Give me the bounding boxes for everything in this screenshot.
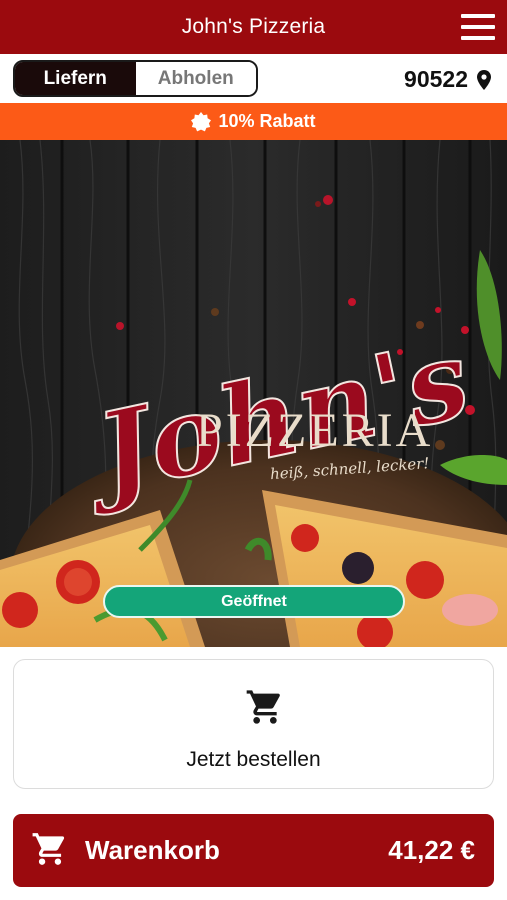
discount-banner: 10% Rabatt (0, 103, 507, 140)
order-now-card[interactable]: Jetzt bestellen (13, 659, 494, 789)
hero-illustration: John's PIZZERIA heiß, schnell, lecker! (0, 140, 507, 647)
hero-image: John's PIZZERIA heiß, schnell, lecker! G… (0, 140, 507, 647)
app-title: John's Pizzeria (181, 15, 326, 38)
basket-button[interactable]: Warenkorb 41,22 € (13, 814, 494, 887)
tab-abholen[interactable]: Abholen (135, 62, 256, 95)
app-header: John's Pizzeria (0, 0, 507, 54)
location-selector[interactable]: 90522 (404, 66, 491, 93)
order-mode-toggle: Liefern Abholen (13, 60, 258, 97)
cart-icon (246, 690, 280, 724)
location-pin-icon (477, 69, 491, 90)
discount-text: 10% Rabatt (218, 111, 316, 131)
order-mode-bar: Liefern Abholen 90522 (0, 54, 507, 103)
zip-code: 90522 (404, 66, 468, 92)
status-badge: Geöffnet (103, 585, 405, 618)
tab-liefern[interactable]: Liefern (15, 62, 136, 95)
badge-icon (191, 111, 212, 131)
basket-total: 41,22 € (388, 835, 475, 865)
order-now-label: Jetzt bestellen (186, 748, 321, 771)
cart-icon (32, 833, 65, 865)
logo-word: PIZZERIA (196, 404, 433, 457)
hamburger-menu-icon[interactable] (461, 14, 495, 40)
basket-label: Warenkorb (85, 835, 220, 865)
